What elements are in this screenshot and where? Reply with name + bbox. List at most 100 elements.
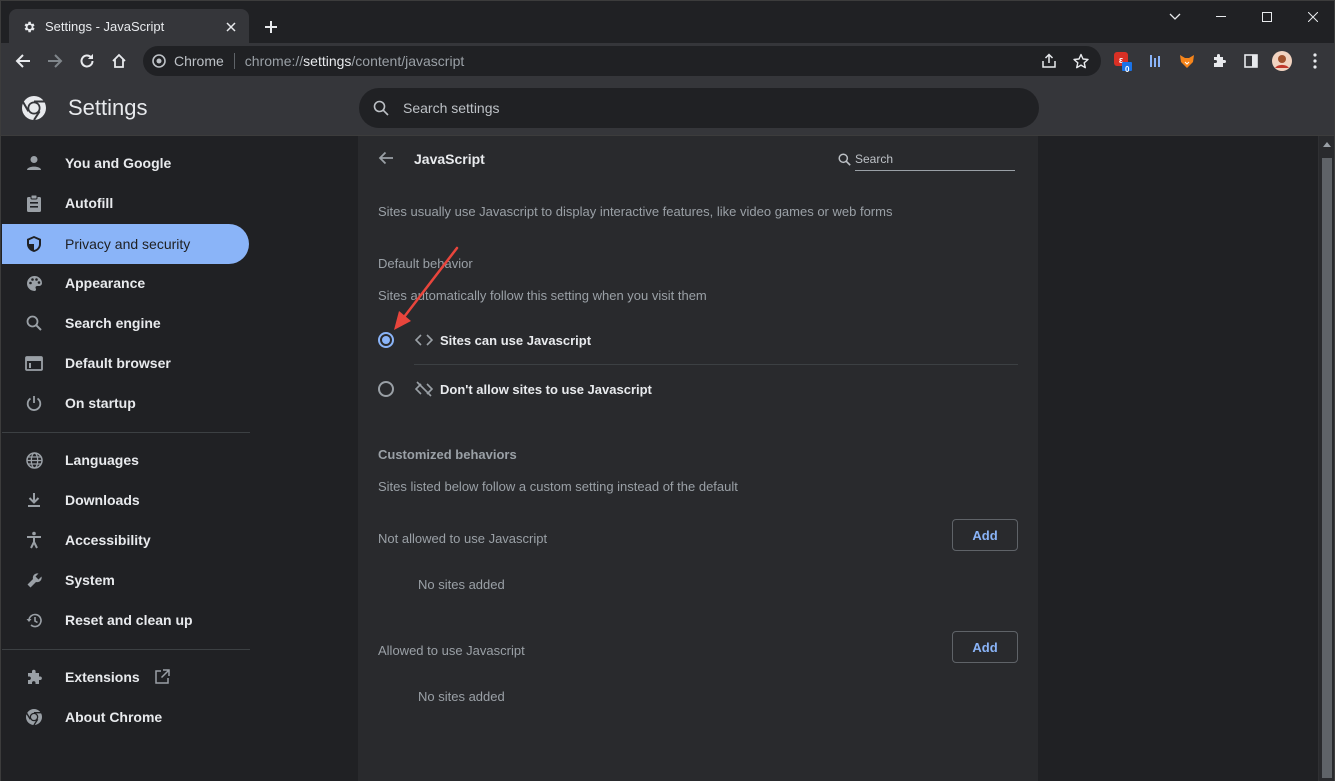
sidebar-item-about-chrome[interactable]: About Chrome — [2, 697, 249, 737]
add-not-allowed-button[interactable]: Add — [952, 519, 1018, 551]
close-window-button[interactable] — [1290, 1, 1335, 33]
not-allowed-label: Not allowed to use Javascript — [378, 531, 548, 546]
chrome-logo-icon — [20, 94, 48, 122]
sidebar-item-label: You and Google — [65, 155, 172, 171]
url-text[interactable]: chrome://settings/content/javascript — [245, 53, 464, 69]
home-button[interactable] — [105, 47, 133, 75]
tab-search-icon[interactable] — [1152, 1, 1198, 33]
browser-icon — [24, 353, 44, 373]
maximize-button[interactable] — [1244, 1, 1290, 33]
sidebar-item-downloads[interactable]: Downloads — [2, 480, 249, 520]
default-behavior-subtitle: Sites automatically follow this setting … — [378, 288, 707, 303]
forward-button[interactable] — [41, 47, 69, 75]
extension-fox-icon[interactable] — [1173, 47, 1201, 75]
sidebar-item-extensions[interactable]: Extensions — [2, 657, 249, 697]
scroll-thumb[interactable] — [1322, 158, 1332, 778]
site-chip[interactable]: Chrome — [152, 53, 224, 69]
site-label: Chrome — [174, 53, 224, 69]
settings-header: Settings — [0, 80, 1335, 136]
restore-icon — [24, 610, 44, 630]
scroll-up-arrow-icon[interactable] — [1323, 142, 1331, 147]
menu-kebab-icon[interactable] — [1301, 47, 1329, 75]
subpage-header: JavaScript — [358, 136, 1038, 181]
sidebar-item-on-startup[interactable]: On startup — [2, 383, 249, 423]
sidebar-item-you-and-google[interactable]: You and Google — [2, 143, 249, 183]
sidebar-item-reset-and-clean-up[interactable]: Reset and clean up — [2, 600, 249, 640]
person-icon — [24, 153, 44, 173]
sidebar-item-label: Search engine — [65, 315, 161, 331]
sidebar-item-languages[interactable]: Languages — [2, 440, 249, 480]
page-scrollbar[interactable] — [1318, 136, 1335, 781]
sidebar-item-system[interactable]: System — [2, 560, 249, 600]
address-bar[interactable]: Chrome chrome://settings/content/javascr… — [143, 46, 1101, 76]
sidebar-item-default-browser[interactable]: Default browser — [2, 343, 249, 383]
javascript-settings-card: JavaScript Sites usually use Javascript … — [358, 136, 1038, 781]
bookmark-star-icon[interactable] — [1067, 47, 1095, 75]
palette-icon — [24, 273, 44, 293]
sidebar-item-privacy-and-security[interactable]: Privacy and security — [2, 224, 249, 264]
back-arrow-icon[interactable] — [372, 146, 400, 170]
tab-strip: Settings - JavaScript — [0, 0, 1335, 44]
radio-dont-allow-javascript[interactable]: Don't allow sites to use Javascript — [378, 366, 1018, 412]
allowed-label: Allowed to use Javascript — [378, 643, 525, 658]
reload-button[interactable] — [73, 47, 101, 75]
sidebar-item-label: Privacy and security — [65, 236, 191, 252]
sidebar-item-label: Accessibility — [65, 532, 151, 548]
search-icon — [838, 152, 851, 166]
page-title: Settings — [68, 95, 148, 120]
url-prefix: chrome:// — [244, 53, 304, 69]
extension-bar-icon[interactable] — [1141, 47, 1169, 75]
sidebar-item-label: Downloads — [65, 492, 140, 508]
radio-label: Don't allow sites to use Javascript — [440, 381, 652, 397]
close-tab-icon[interactable] — [223, 19, 239, 35]
minimize-button[interactable] — [1198, 1, 1244, 33]
sidebar-item-label: Appearance — [65, 275, 146, 291]
sidebar-divider — [2, 649, 250, 650]
extension-lastpass-icon[interactable]: ε 0 — [1109, 47, 1137, 75]
sidebar-item-search-engine[interactable]: Search engine — [2, 303, 249, 343]
download-icon — [24, 490, 44, 510]
accessibility-icon — [24, 530, 44, 550]
tab-settings[interactable]: Settings - JavaScript — [9, 9, 249, 44]
browser-toolbar: Chrome chrome://settings/content/javascr… — [0, 43, 1335, 80]
settings-search-box[interactable] — [359, 88, 1039, 128]
puzzle-icon — [24, 667, 44, 687]
radio-sites-can-use-javascript[interactable]: Sites can use Javascript — [378, 317, 1018, 363]
radio-button-checked[interactable] — [378, 332, 394, 348]
url-host: settings — [303, 53, 352, 69]
radio-button-unchecked[interactable] — [378, 381, 394, 397]
share-icon[interactable] — [1035, 47, 1063, 75]
sidebar-item-label: Extensions — [65, 669, 140, 685]
add-allowed-button[interactable]: Add — [952, 631, 1018, 663]
radio-label: Sites can use Javascript — [440, 332, 592, 348]
sidebar-item-label: Autofill — [65, 195, 114, 211]
sidebar-item-label: Languages — [65, 452, 139, 468]
power-icon — [24, 393, 44, 413]
wrench-icon — [24, 570, 44, 590]
omnibox-divider — [233, 53, 235, 69]
sidebar-item-accessibility[interactable]: Accessibility — [2, 520, 249, 560]
chrome-logo-icon — [24, 707, 44, 727]
back-button[interactable] — [9, 47, 37, 75]
sidebar-divider — [2, 432, 250, 433]
subpage-search-input[interactable] — [855, 147, 1015, 171]
new-tab-button[interactable] — [260, 16, 282, 38]
puzzle-extensions-icon[interactable] — [1205, 47, 1233, 75]
side-panel-icon[interactable] — [1237, 47, 1265, 75]
settings-search-input[interactable] — [403, 100, 963, 116]
sidebar-item-autofill[interactable]: Autofill — [2, 183, 249, 223]
sidebar-item-appearance[interactable]: Appearance — [2, 263, 249, 303]
page-description: Sites usually use Javascript to display … — [378, 204, 893, 219]
gear-icon — [21, 19, 37, 35]
url-path: /content/javascript — [351, 53, 465, 69]
default-behavior-heading: Default behavior — [378, 256, 473, 271]
search-icon — [24, 313, 44, 333]
open-in-new-icon — [154, 669, 170, 685]
profile-avatar[interactable] — [1268, 47, 1296, 75]
sidebar-item-label: Reset and clean up — [65, 612, 193, 628]
subpage-search[interactable] — [838, 147, 1018, 171]
subpage-title: JavaScript — [414, 151, 485, 167]
sidebar-item-label: About Chrome — [65, 709, 163, 725]
search-icon — [373, 100, 389, 116]
not-allowed-empty-text: No sites added — [418, 577, 505, 592]
